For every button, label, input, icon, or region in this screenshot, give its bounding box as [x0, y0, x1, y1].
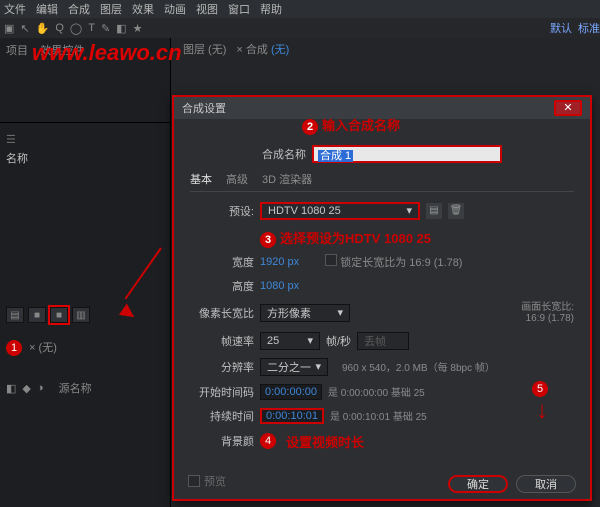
- chevron-down-icon: ▾: [315, 360, 321, 373]
- frame-aspect-label: 画面长宽比:: [521, 302, 574, 313]
- frame-rate-label: 帧速率: [190, 333, 254, 349]
- frame-rate-unit: 帧/秒: [326, 333, 351, 349]
- annotation-3: 3选择预设为HDTV 1080 25: [260, 228, 574, 248]
- tool-icon[interactable]: ↖: [20, 22, 29, 35]
- height-value[interactable]: 1080 px: [260, 280, 299, 292]
- resolution-label: 分辨率: [190, 359, 254, 375]
- annotation-4-text: 设置视频时长: [286, 432, 364, 451]
- footer-icon[interactable]: ▥: [72, 307, 90, 323]
- tool-icon[interactable]: ◧: [116, 22, 126, 35]
- tab-layer-none[interactable]: 图层 (无): [183, 41, 226, 57]
- tab-advanced[interactable]: 高级: [226, 171, 248, 187]
- width-value[interactable]: 1920 px: [260, 256, 299, 268]
- column-name: 名称: [6, 150, 164, 166]
- tab-comp-none[interactable]: × 合成 (无): [236, 41, 289, 57]
- tab-3d[interactable]: 3D 渲染器: [262, 171, 312, 187]
- ok-button[interactable]: 确定: [448, 475, 508, 493]
- menu-effect[interactable]: 效果: [132, 1, 154, 17]
- menu-view[interactable]: 视图: [196, 1, 218, 17]
- watermark: www.leawo.cn: [32, 40, 182, 66]
- footer-icon[interactable]: ▤: [6, 307, 24, 323]
- tool-row: ▣ ↖ ✋ Q ◯ T ✎ ◧ ★ 默认 标准: [0, 18, 600, 38]
- menu-file[interactable]: 文件: [4, 1, 26, 17]
- timeline-panel: ▤ ■ ■ ▥ 1 × (无) ◧ ◆ ◑ 源名称: [0, 293, 170, 507]
- dialog-footer: 确定 取消: [174, 469, 590, 499]
- duration-hint: 是 0:00:10:01 基础 25: [330, 408, 427, 423]
- height-label: 高度: [190, 278, 254, 294]
- timeline-tab-none[interactable]: × (无): [29, 342, 57, 354]
- duration-input[interactable]: 0:00:10:01: [260, 408, 324, 424]
- tool-icon[interactable]: T: [88, 22, 95, 34]
- chevron-down-icon: ▾: [406, 204, 412, 217]
- frame-rate-select[interactable]: 25 ▾: [260, 332, 320, 350]
- annotation-1-badge: 1: [6, 340, 22, 356]
- lock-aspect-label: 锁定长宽比为 16:9 (1.78): [340, 257, 462, 269]
- tool-icon[interactable]: ✋: [36, 22, 50, 35]
- cancel-button[interactable]: 取消: [516, 475, 576, 493]
- annotation-2: 2输入合成名称: [302, 115, 400, 135]
- width-label: 宽度: [190, 254, 254, 270]
- tl-icon[interactable]: ◧: [6, 382, 16, 395]
- menu-window[interactable]: 窗口: [228, 1, 250, 17]
- resolution-hint: 960 x 540，2.0 MB（每 8bpc 帧）: [342, 359, 495, 374]
- workspace-default[interactable]: 默认: [550, 20, 572, 36]
- pixel-aspect-select[interactable]: 方形像素 ▾: [260, 304, 350, 322]
- preview-checkbox-label: 预览: [204, 473, 226, 489]
- tl-icon[interactable]: [50, 382, 53, 394]
- dialog-title: 合成设置: [182, 100, 226, 116]
- menu-layer[interactable]: 图层: [100, 1, 122, 17]
- tool-icon[interactable]: Q: [55, 22, 64, 34]
- tool-icon[interactable]: ◯: [70, 22, 82, 35]
- tool-icon[interactable]: ▣: [4, 22, 14, 35]
- preview-checkbox-row: 预览: [188, 473, 226, 489]
- column-source-name: 源名称: [59, 380, 92, 396]
- chevron-down-icon: ▾: [307, 334, 313, 347]
- start-tc-hint: 是 0:00:00:00 基础 25: [328, 384, 425, 399]
- tab-basic[interactable]: 基本: [190, 171, 212, 187]
- lock-aspect-checkbox[interactable]: [325, 254, 337, 266]
- workspace-standard[interactable]: 标准: [578, 20, 600, 36]
- tool-icon[interactable]: ✎: [101, 22, 110, 35]
- footer-icon[interactable]: ■: [28, 307, 46, 323]
- composition-settings-dialog: 合成设置 ✕ 2输入合成名称 合成名称 合成 1 基本 高级 3D 渲染器 预设…: [172, 95, 592, 501]
- new-comp-icon[interactable]: ■: [50, 307, 68, 323]
- menu-bar: 文件 编辑 合成 图层 效果 动画 视图 窗口 帮助: [0, 0, 600, 18]
- drop-frame-select: 丢帧: [357, 332, 409, 350]
- menu-help[interactable]: 帮助: [260, 1, 282, 17]
- chevron-down-icon: ▾: [337, 306, 343, 319]
- tab-project[interactable]: 项目: [6, 45, 28, 57]
- menu-anim[interactable]: 动画: [164, 1, 186, 17]
- comp-name-label: 合成名称: [262, 146, 306, 162]
- dialog-tabs: 基本 高级 3D 渲染器: [190, 171, 574, 192]
- trash-icon[interactable]: 🗑: [448, 203, 464, 219]
- preview-checkbox[interactable]: [188, 475, 200, 487]
- start-tc-input[interactable]: 0:00:00:00: [260, 384, 322, 400]
- annotation-5: 5 ↓: [532, 381, 552, 425]
- resolution-select[interactable]: 二分之一 ▾: [260, 358, 328, 376]
- preset-select[interactable]: HDTV 1080 25 ▾: [260, 202, 420, 220]
- frame-aspect-value: 16:9 (1.78): [526, 313, 574, 324]
- pixel-aspect-label: 像素长宽比: [190, 305, 254, 321]
- tool-icon[interactable]: ★: [133, 22, 143, 35]
- menu-edit[interactable]: 编辑: [36, 1, 58, 17]
- bg-color-label: 背景颜: [190, 433, 254, 449]
- project-list[interactable]: ☰ 名称: [0, 123, 170, 293]
- tl-icon[interactable]: ◆: [22, 382, 30, 395]
- arrow-down-icon: ↓: [536, 397, 548, 424]
- close-icon[interactable]: ✕: [554, 100, 582, 116]
- start-tc-label: 开始时间码: [190, 384, 254, 400]
- preset-label: 预设:: [190, 203, 254, 219]
- annotation-4-badge: 4: [260, 433, 276, 449]
- save-preset-icon[interactable]: ▤: [426, 203, 442, 219]
- duration-label: 持续时间: [190, 408, 254, 424]
- left-column: 项目 效果控件 ☰ 名称 ▤ ■ ■ ▥ 1 × (无) ◧ ◆ ◑: [0, 38, 170, 507]
- menu-comp[interactable]: 合成: [68, 1, 90, 17]
- tl-icon[interactable]: ◑: [37, 382, 44, 394]
- comp-name-input[interactable]: 合成 1: [312, 145, 502, 163]
- project-footer-icons: ▤ ■ ■ ▥: [6, 307, 164, 323]
